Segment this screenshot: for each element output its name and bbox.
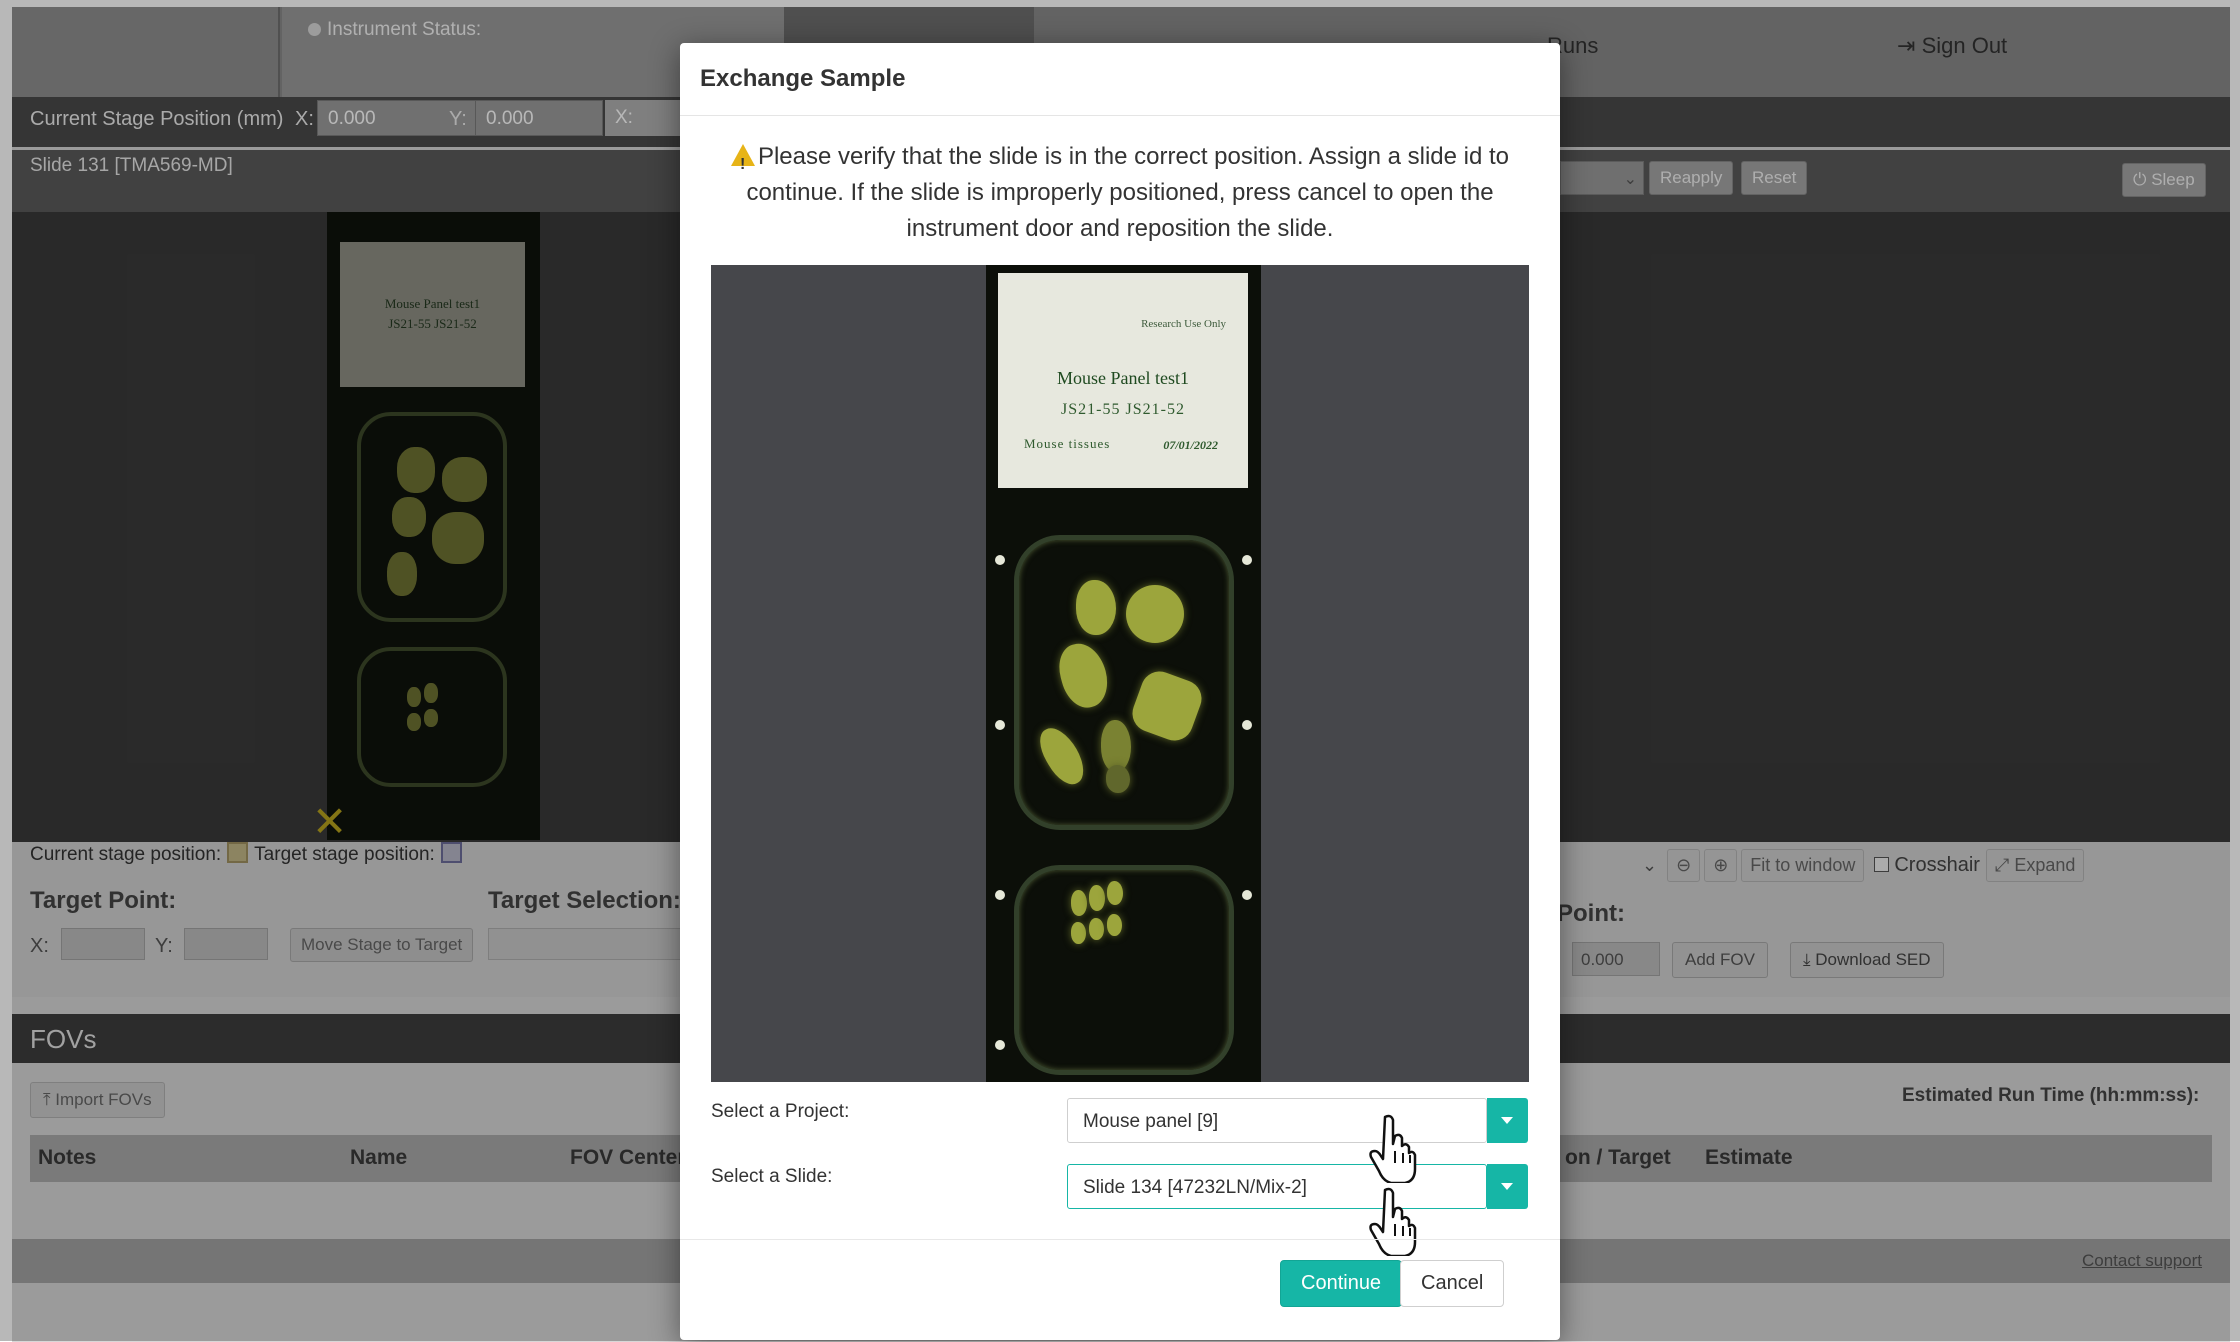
warning-icon [730, 144, 755, 183]
tissue-sample [1071, 922, 1086, 944]
modal-title: Exchange Sample [700, 65, 906, 92]
hand-pointer-icon [1369, 1187, 1417, 1256]
tissue-sample [1106, 765, 1130, 793]
modal-message-text: Please verify that the slide is in the c… [746, 143, 1510, 242]
slide-fiducial [995, 1040, 1005, 1050]
slide-label-line1: Mouse Panel test1 [1057, 368, 1189, 388]
slide-fiducial [1242, 720, 1252, 730]
slide-fiducial [1242, 890, 1252, 900]
slide-label-line3: Mouse tissues [1024, 436, 1111, 451]
exchange-sample-modal: Exchange Sample Please verify that the s… [680, 43, 1560, 1340]
project-dropdown-button[interactable] [1487, 1098, 1528, 1143]
slide-dropdown-button[interactable] [1487, 1164, 1528, 1209]
tissue-region-bottom [1014, 865, 1234, 1075]
hand-pointer-icon [1369, 1114, 1417, 1183]
tissue-sample [1107, 881, 1123, 905]
slide-label: Select a Slide: [711, 1166, 833, 1187]
modal-message: Please verify that the slide is in the c… [710, 139, 1530, 247]
slide-fiducial [995, 720, 1005, 730]
modal-footer-divider [680, 1239, 1560, 1240]
slide-label-area: Research Use Only Mouse Panel test1 JS21… [998, 273, 1248, 488]
slide-fiducial [995, 555, 1005, 565]
slide-fiducial [1242, 555, 1252, 565]
project-label: Select a Project: [711, 1101, 850, 1122]
research-use-only-text: Research Use Only [1141, 318, 1226, 330]
slide-label-line2: JS21-55 JS21-52 [1061, 401, 1185, 418]
tissue-sample [1071, 890, 1087, 916]
cancel-button[interactable]: Cancel [1400, 1260, 1505, 1307]
slide-preview: Research Use Only Mouse Panel test1 JS21… [711, 265, 1529, 1082]
tissue-sample [1126, 585, 1184, 643]
tissue-sample [1076, 580, 1116, 635]
slide-label-date: 07/01/2022 [1163, 438, 1218, 452]
continue-button[interactable]: Continue [1280, 1260, 1403, 1307]
slide-preview-image: Research Use Only Mouse Panel test1 JS21… [986, 265, 1261, 1082]
modal-divider [680, 115, 1560, 116]
tissue-sample [1089, 885, 1105, 911]
tissue-sample [1107, 914, 1122, 936]
slide-fiducial [995, 890, 1005, 900]
tissue-sample [1089, 918, 1104, 940]
